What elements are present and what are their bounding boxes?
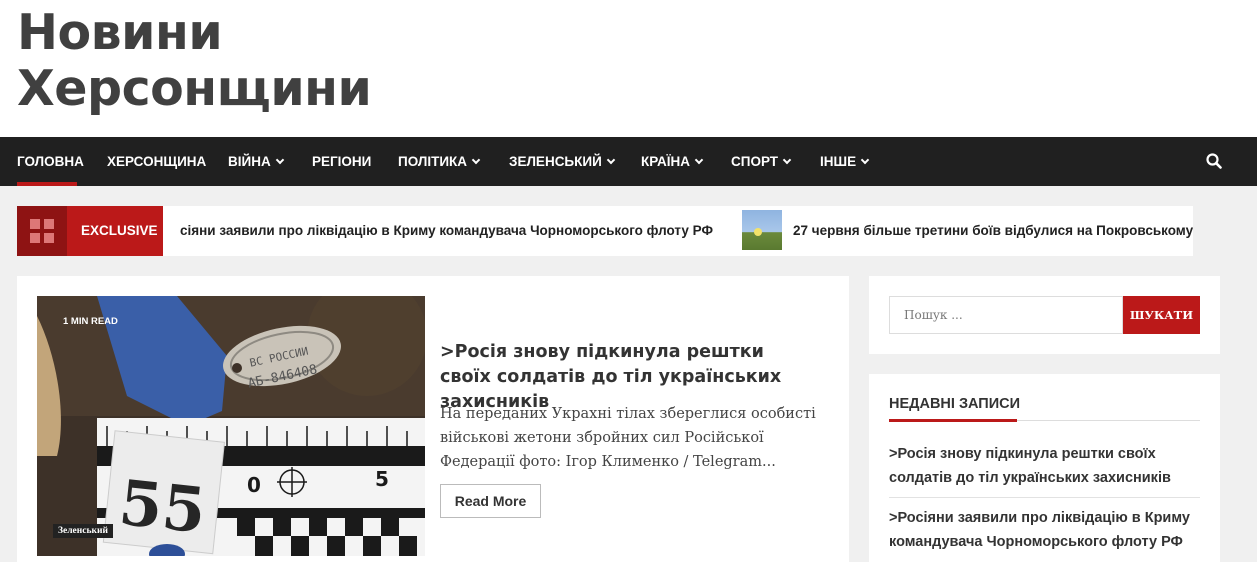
exclusive-ticker: EXCLUSIVE сіяни заявили про ліквідацію в… (17, 206, 1193, 256)
chevron-down-icon (275, 155, 284, 165)
recent-posts-widget: НЕДАВНІ ЗАПИСИ >Росія знову підкинула ре… (869, 374, 1220, 562)
site-title-line1: Новини (17, 4, 223, 61)
ticker-thumbnail[interactable] (742, 210, 782, 250)
exclusive-badge: EXCLUSIVE (17, 206, 163, 256)
nav-active-indicator (17, 182, 77, 186)
widget-title: НЕДАВНІ ЗАПИСИ (889, 396, 1021, 412)
nav-item-kraina[interactable]: КРАЇНА (641, 137, 704, 186)
ruler-five: 5 (375, 467, 389, 491)
main-navigation: ГОЛОВНА ХЕРСОНЩИНА ВІЙНА РЕГІОНИ ПОЛІТИК… (0, 137, 1257, 186)
nav-item-polityka[interactable]: ПОЛІТИКА (398, 137, 481, 186)
nav-label: ГОЛОВНА (17, 154, 84, 169)
nav-item-sport[interactable]: СПОРТ (731, 137, 792, 186)
widget-title-underline (889, 419, 1017, 422)
evidence-card-number: 55 (116, 466, 209, 548)
grid-icon (17, 206, 67, 256)
nav-label: ВІЙНА (228, 154, 271, 169)
site-title-line2: Херсонщини (17, 60, 372, 117)
search-input[interactable]: Пошук ... (889, 296, 1123, 334)
nav-label: ПОЛІТИКА (398, 154, 468, 169)
nav-item-zelenskyi[interactable]: ЗЕЛЕНСЬКИЙ (509, 137, 616, 186)
nav-item-viina[interactable]: ВІЙНА (228, 137, 284, 186)
chevron-down-icon (471, 155, 481, 165)
chevron-down-icon (606, 155, 616, 165)
recent-post-link[interactable]: >Росія знову підкинула рештки своїх солд… (889, 442, 1200, 490)
search-button[interactable]: ШУКАТИ (1123, 296, 1200, 334)
nav-label: РЕГІОНИ (312, 154, 372, 169)
chevron-down-icon (782, 155, 792, 165)
read-time-badge: 1 MIN READ (63, 316, 118, 327)
recent-divider (889, 497, 1200, 498)
chevron-down-icon (860, 155, 870, 165)
exclusive-label: EXCLUSIVE (81, 223, 158, 238)
chevron-down-icon (694, 155, 704, 165)
read-more-button[interactable]: Read More (440, 484, 541, 518)
recent-post-link[interactable]: >Росіяни заявили про ліквідацію в Криму … (889, 506, 1200, 554)
nav-item-rehiony[interactable]: РЕГІОНИ (312, 137, 371, 186)
nav-label: ІНШЕ (820, 154, 857, 169)
nav-label: СПОРТ (731, 154, 779, 169)
post-image[interactable]: ВС РОССИИ АБ-846408 0 5 55 1 MIN READ Зе… (37, 296, 425, 556)
sidebar-search-widget: Пошук ... ШУКАТИ (869, 276, 1220, 354)
nav-label: ЗЕЛЕНСЬКИЙ (509, 154, 602, 169)
nav-item-inshe[interactable]: ІНШЕ (820, 137, 870, 186)
category-badge[interactable]: Зеленський (53, 524, 113, 538)
nav-label: ХЕРСОНЩИНА (107, 154, 207, 169)
site-header: Новини Херсонщини (0, 0, 1257, 137)
post-photo: ВС РОССИИ АБ-846408 0 5 55 (37, 296, 425, 556)
ruler-zero: 0 (247, 473, 261, 497)
featured-post-card: ВС РОССИИ АБ-846408 0 5 55 1 MIN READ Зе… (17, 276, 849, 562)
nav-item-golovna[interactable]: ГОЛОВНА (17, 137, 84, 186)
nav-label: КРАЇНА (641, 154, 691, 169)
post-excerpt: На переданих Украхні тілах збереглися ос… (440, 406, 816, 470)
ticker-track: сіяни заявили про ліквідацію в Криму ком… (180, 206, 1193, 256)
ticker-item[interactable]: сіяни заявили про ліквідацію в Криму ком… (180, 206, 713, 256)
site-title[interactable]: Новини Херсонщини (17, 4, 372, 117)
ticker-item[interactable]: 27 червня більше третини боїв відбулися … (793, 206, 1193, 256)
search-icon[interactable] (1206, 153, 1222, 169)
nav-item-khersonshchyna[interactable]: ХЕРСОНЩИНА (107, 137, 206, 186)
